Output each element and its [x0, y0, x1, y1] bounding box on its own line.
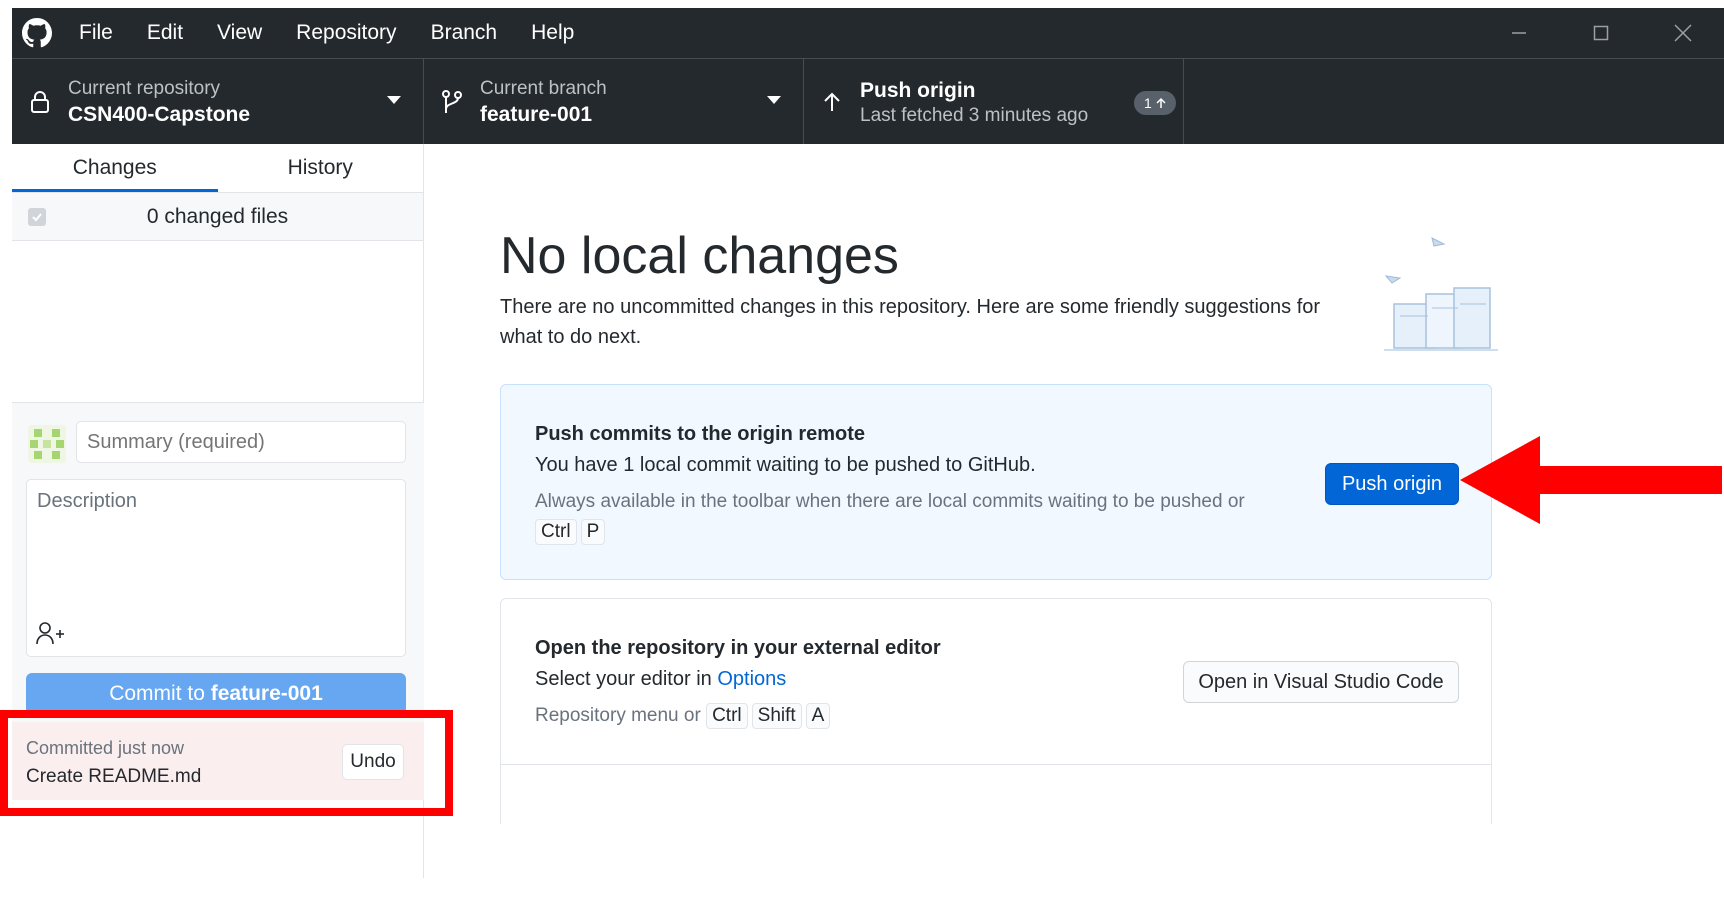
- ahead-count: 1: [1144, 95, 1152, 111]
- tab-history[interactable]: History: [218, 144, 424, 192]
- description-placeholder: Description: [37, 490, 138, 512]
- close-button[interactable]: [1642, 8, 1724, 58]
- push-origin-title: Push origin: [860, 78, 976, 102]
- push-suggestion-card: Push commits to the origin remote You ha…: [500, 384, 1492, 580]
- current-branch-text: Current branch feature-001: [480, 77, 607, 128]
- kbd-ctrl: Ctrl: [535, 519, 577, 545]
- select-all-checkbox[interactable]: [28, 208, 46, 226]
- menu-help[interactable]: Help: [514, 8, 591, 58]
- current-branch-value: feature-001: [480, 102, 593, 126]
- github-logo-icon: [12, 8, 62, 58]
- menu-branch[interactable]: Branch: [414, 8, 515, 58]
- push-origin-text: Push origin Last fetched 3 minutes ago: [860, 77, 1088, 128]
- changed-files-header: 0 changed files: [12, 193, 423, 241]
- push-origin-toolbar-button[interactable]: Push origin Last fetched 3 minutes ago 1: [804, 59, 1184, 145]
- avatar: [28, 425, 66, 463]
- maximize-icon: [1593, 25, 1609, 41]
- changed-files-count: 0 changed files: [146, 204, 289, 228]
- kbd-shift: Shift: [751, 703, 802, 729]
- menu-repository[interactable]: Repository: [279, 8, 413, 58]
- arrow-up-small-icon: [1156, 97, 1166, 108]
- menu-edit[interactable]: Edit: [130, 8, 200, 58]
- push-origin-subtitle: Last fetched 3 minutes ago: [860, 104, 1089, 126]
- checkmark-icon: [32, 213, 42, 222]
- editor-card-line-prefix: Select your editor in: [535, 668, 718, 690]
- add-coauthor-icon[interactable]: [35, 620, 65, 651]
- editor-card-title: Open the repository in your external edi…: [535, 637, 941, 659]
- current-repository-label: Current repository: [68, 77, 221, 99]
- editor-card-line: Select your editor in Options: [535, 668, 786, 691]
- commit-button-prefix: Commit to: [109, 682, 211, 705]
- current-repository-value: CSN400-Capstone: [68, 102, 251, 126]
- kbd-ctrl: Ctrl: [706, 703, 748, 729]
- annotation-highlight-box: [0, 710, 453, 816]
- current-branch-dropdown[interactable]: Current branch feature-001: [424, 59, 804, 145]
- maximize-button[interactable]: [1560, 8, 1642, 58]
- menu-view[interactable]: View: [200, 8, 279, 58]
- kbd-p: P: [580, 519, 606, 545]
- current-branch-label: Current branch: [480, 77, 607, 99]
- arrow-up-icon: [804, 91, 860, 113]
- ahead-count-badge: 1: [1134, 91, 1176, 115]
- empty-state-illustration: [1374, 224, 1504, 369]
- window-controls: [1478, 8, 1724, 58]
- kbd-a: A: [805, 703, 831, 729]
- push-card-title: Push commits to the origin remote: [535, 423, 866, 445]
- close-icon: [1674, 24, 1692, 42]
- commit-form: Description Commit to feature-001: [12, 402, 424, 722]
- title-bar: File Edit View Repository Branch Help: [12, 8, 1724, 58]
- editor-card-hint: Repository menu or: [535, 705, 701, 726]
- description-field[interactable]: Description: [26, 479, 406, 657]
- commit-button-branch: feature-001: [210, 682, 323, 705]
- page-description: There are no uncommitted changes in this…: [500, 296, 1321, 348]
- push-card-line: You have 1 local commit waiting to be pu…: [535, 454, 1036, 476]
- commit-button[interactable]: Commit to feature-001: [26, 673, 406, 715]
- chevron-down-icon: [387, 96, 401, 104]
- options-link[interactable]: Options: [717, 668, 786, 690]
- page-title: No local changes: [500, 227, 899, 285]
- push-card-hint: Always available in the toolbar when the…: [535, 491, 1245, 512]
- open-in-vscode-button[interactable]: Open in Visual Studio Code: [1183, 661, 1459, 703]
- editor-shortcut: Repository menu or Ctrl Shift A: [535, 703, 834, 729]
- tab-changes[interactable]: Changes: [12, 144, 218, 192]
- summary-input[interactable]: [76, 421, 406, 463]
- lock-icon: [12, 90, 68, 114]
- current-repository-dropdown[interactable]: Current repository CSN400-Capstone: [12, 59, 424, 145]
- annotation-arrow-icon: [1452, 432, 1724, 533]
- branch-icon: [424, 89, 480, 115]
- minimize-button[interactable]: [1478, 8, 1560, 58]
- toolbar: Current repository CSN400-Capstone Curre…: [12, 58, 1724, 145]
- chevron-down-icon: [767, 96, 781, 104]
- menu-file[interactable]: File: [62, 8, 130, 58]
- current-repository-text: Current repository CSN400-Capstone: [68, 77, 250, 128]
- push-shortcut: Ctrl P: [535, 519, 609, 545]
- sidebar-tabs: Changes History: [12, 144, 423, 193]
- push-origin-button[interactable]: Push origin: [1325, 463, 1459, 505]
- minimize-icon: [1512, 32, 1526, 34]
- next-suggestion-card: [500, 764, 1492, 824]
- editor-suggestion-card: Open the repository in your external edi…: [500, 598, 1492, 764]
